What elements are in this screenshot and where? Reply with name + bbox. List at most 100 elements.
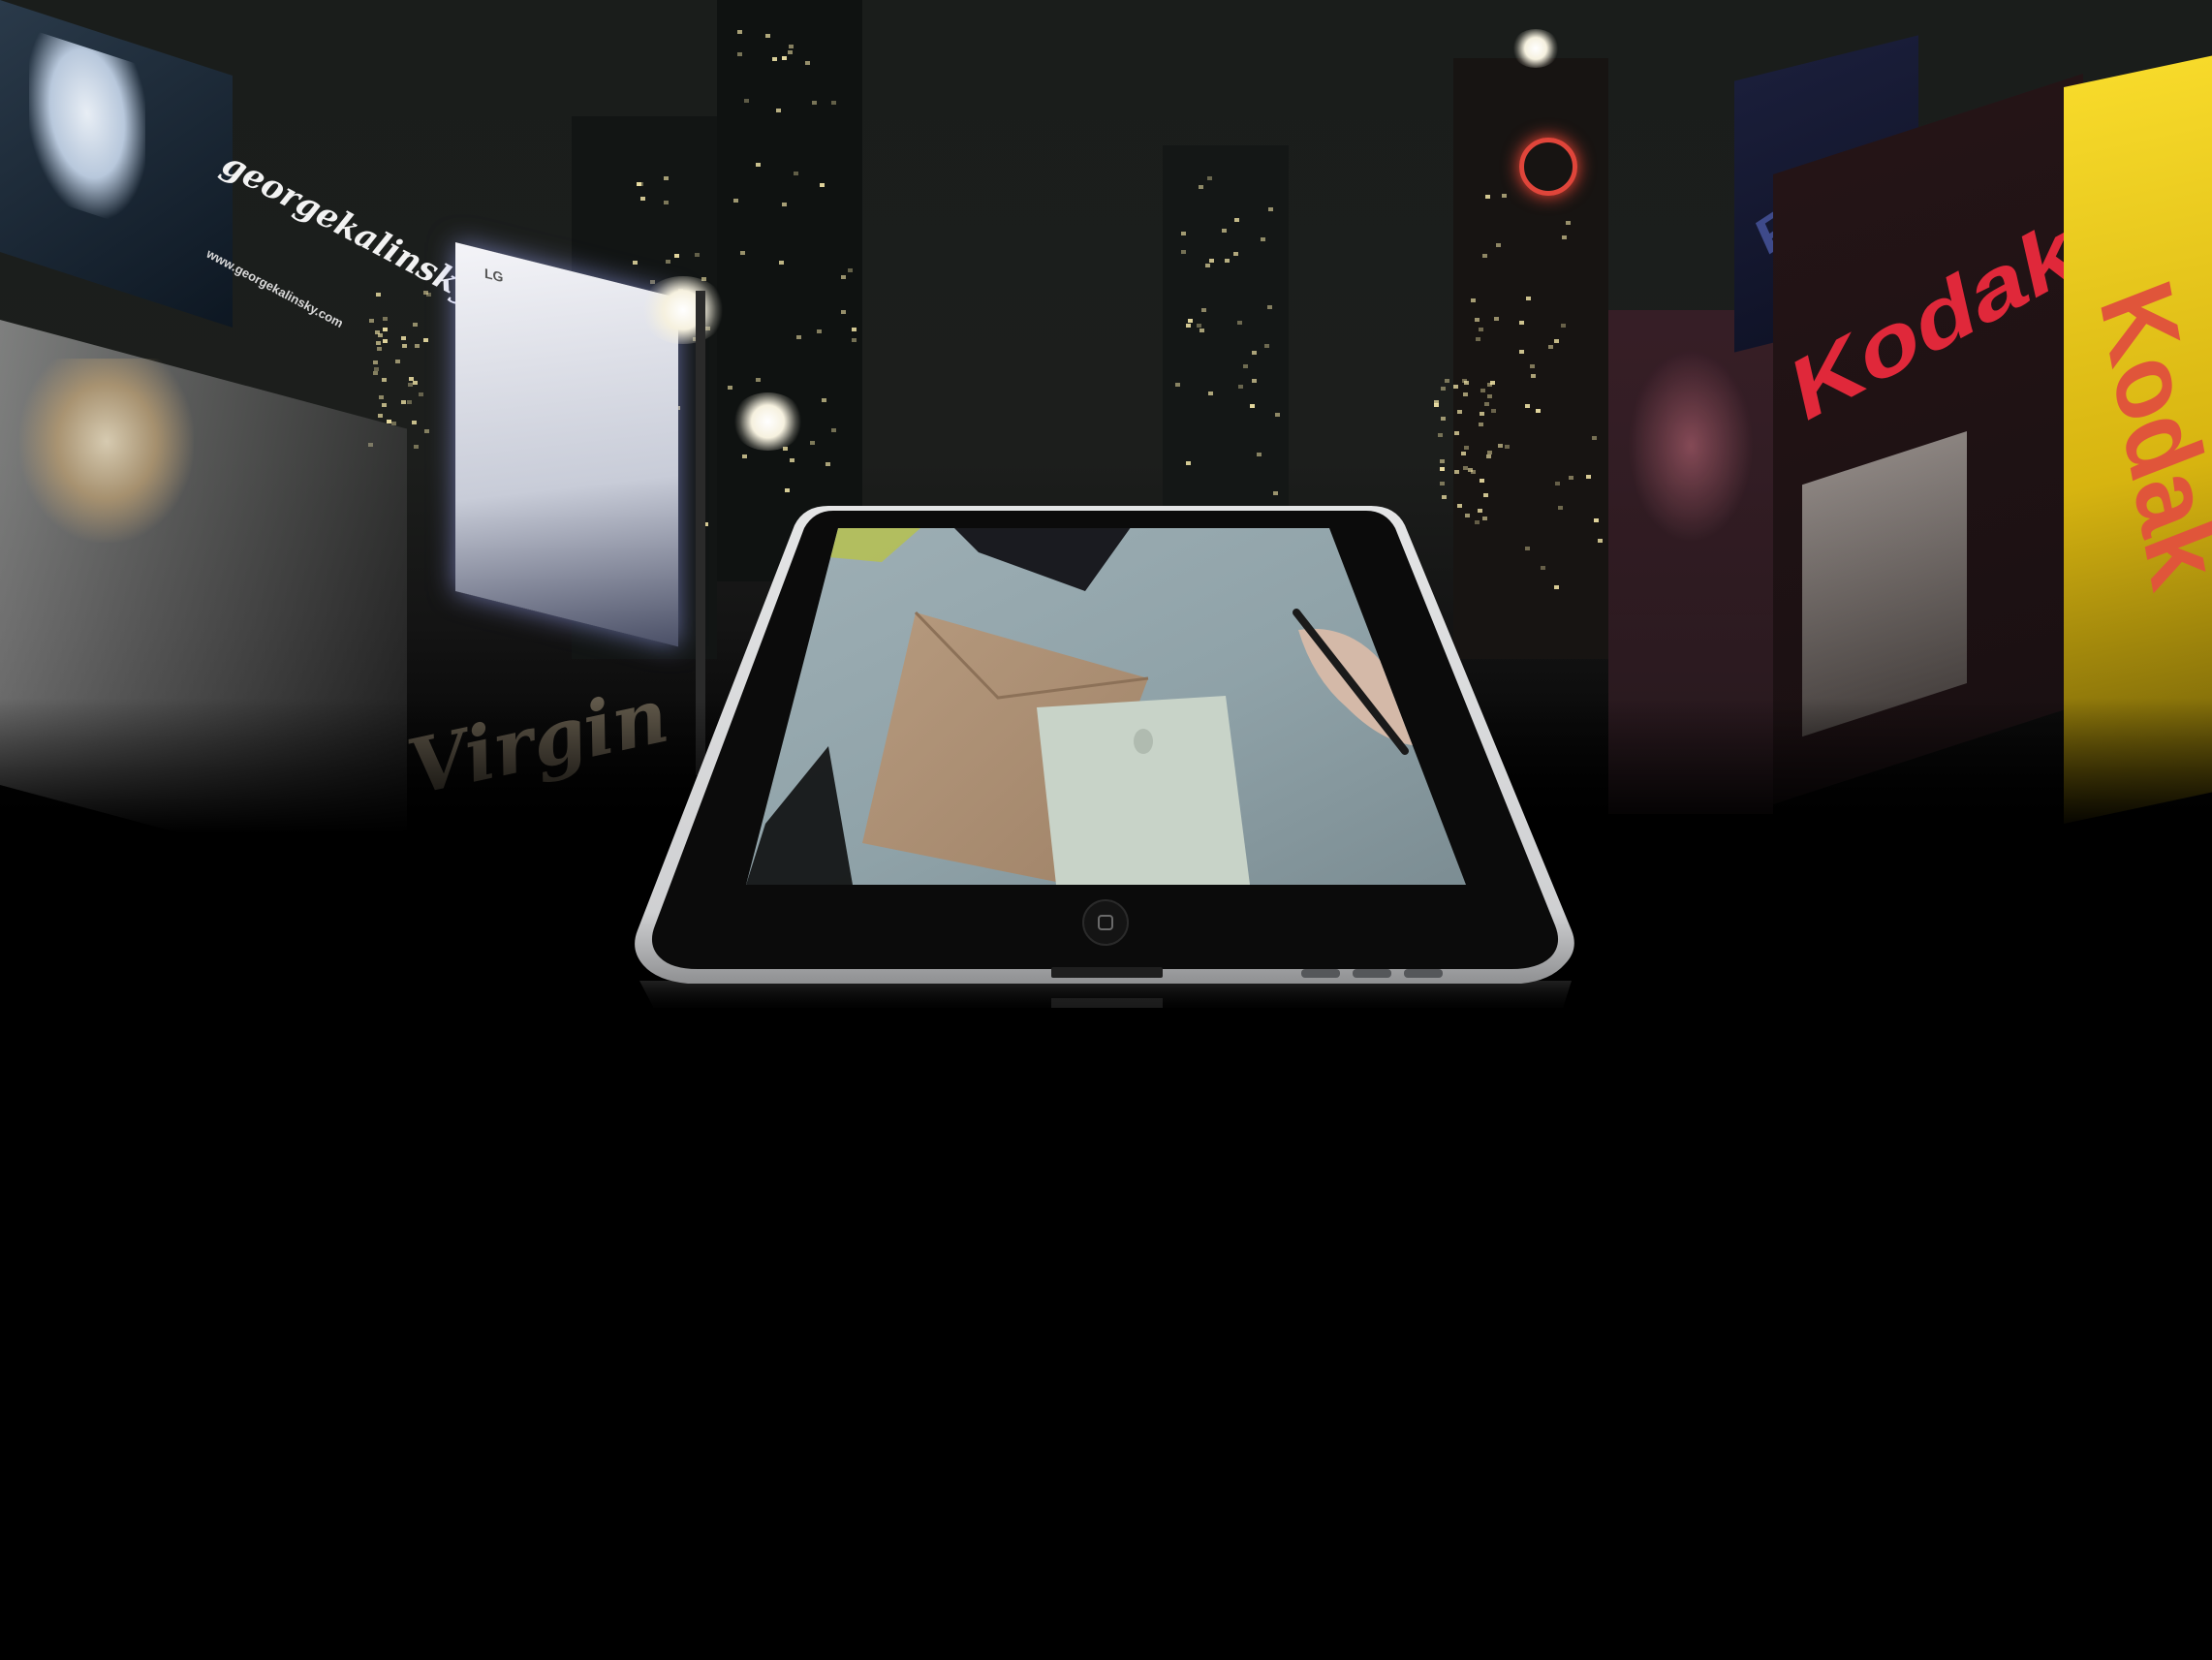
window-light	[382, 316, 388, 321]
kodak-poster-photo	[1802, 431, 1967, 737]
window-light	[793, 172, 798, 176]
window-light	[414, 444, 420, 449]
window-light	[1491, 409, 1497, 414]
window-light	[369, 319, 375, 324]
right-sign-glow	[1628, 349, 1754, 543]
window-light	[1561, 324, 1567, 329]
window-light	[1478, 423, 1483, 427]
window-light	[1266, 304, 1272, 309]
window-light	[1454, 430, 1460, 435]
window-light	[851, 327, 857, 331]
window-light	[775, 108, 781, 112]
window-light	[728, 386, 733, 391]
window-light	[412, 381, 418, 386]
screen-paper	[1037, 696, 1250, 885]
window-light	[1185, 323, 1191, 328]
tower-top-light	[1511, 29, 1560, 68]
window-light	[740, 251, 746, 256]
window-light	[633, 261, 639, 266]
window-light	[1497, 444, 1503, 449]
lg-sign-text: LG	[484, 265, 504, 286]
window-light	[1198, 185, 1203, 190]
window-light	[788, 50, 794, 55]
window-light	[1181, 250, 1187, 255]
window-light	[402, 344, 408, 349]
window-light	[1486, 454, 1492, 458]
window-light	[1453, 384, 1459, 389]
window-light	[1463, 446, 1469, 451]
window-light	[1490, 381, 1496, 386]
window-light	[1439, 459, 1445, 464]
window-light	[395, 359, 401, 363]
window-light	[664, 176, 670, 181]
window-light	[1268, 207, 1274, 212]
window-light	[1591, 436, 1597, 441]
window-light	[1439, 466, 1445, 471]
home-button-icon[interactable]	[1082, 899, 1129, 946]
window-light	[1518, 350, 1524, 355]
window-light	[1185, 460, 1191, 465]
window-light	[764, 33, 770, 38]
window-light	[1249, 404, 1255, 409]
window-light	[1463, 392, 1469, 396]
window-light	[847, 268, 853, 273]
window-light	[1232, 252, 1238, 257]
window-light	[1480, 411, 1485, 416]
window-light	[1494, 316, 1500, 321]
window-light	[376, 346, 382, 351]
tower-far-left	[717, 0, 862, 581]
speaker-slot-3	[1404, 969, 1443, 978]
window-light	[817, 329, 823, 333]
window-light	[694, 253, 700, 258]
window-light	[1187, 318, 1193, 323]
window-light	[424, 428, 430, 433]
window-light	[1441, 416, 1447, 421]
window-light	[840, 309, 846, 314]
window-light	[382, 328, 388, 332]
window-light	[1234, 218, 1240, 223]
dock-connector	[1051, 967, 1163, 978]
window-light	[1470, 298, 1476, 302]
window-light	[1207, 391, 1213, 395]
window-light	[1242, 364, 1248, 369]
window-light	[1175, 383, 1181, 388]
window-light	[1442, 494, 1448, 499]
window-light	[406, 399, 412, 404]
window-light	[1264, 344, 1270, 349]
window-light	[375, 341, 381, 346]
window-light	[789, 458, 794, 463]
window-light	[376, 293, 382, 298]
window-light	[1569, 476, 1574, 481]
slide-canvas: georgekalinsky www.georgekalinsky.com LG…	[0, 0, 2212, 1660]
window-light	[400, 336, 406, 341]
window-light	[639, 196, 645, 201]
window-light	[1548, 344, 1554, 349]
window-light	[1598, 539, 1604, 544]
window-light	[409, 377, 415, 382]
window-light	[1496, 243, 1502, 248]
window-light	[1208, 259, 1214, 264]
window-light	[1478, 327, 1483, 331]
window-light	[789, 45, 794, 49]
window-light	[412, 323, 418, 328]
window-light	[1221, 228, 1227, 233]
window-light	[419, 392, 424, 396]
window-light	[1181, 231, 1187, 235]
window-light	[1530, 374, 1536, 379]
window-light	[1467, 467, 1473, 472]
window-light	[851, 338, 857, 343]
window-light	[1561, 235, 1567, 240]
window-light	[1204, 263, 1210, 267]
window-light	[386, 419, 391, 423]
window-light	[1274, 412, 1280, 417]
window-light	[1554, 339, 1560, 344]
tablet-graphic	[635, 506, 1574, 1008]
window-light	[414, 343, 420, 348]
window-light	[1487, 393, 1493, 398]
window-light	[381, 378, 387, 383]
window-light	[1251, 350, 1257, 355]
window-light	[736, 52, 742, 57]
screen-paper-mark	[1134, 729, 1153, 754]
window-light	[1530, 364, 1536, 369]
window-light	[373, 367, 379, 372]
